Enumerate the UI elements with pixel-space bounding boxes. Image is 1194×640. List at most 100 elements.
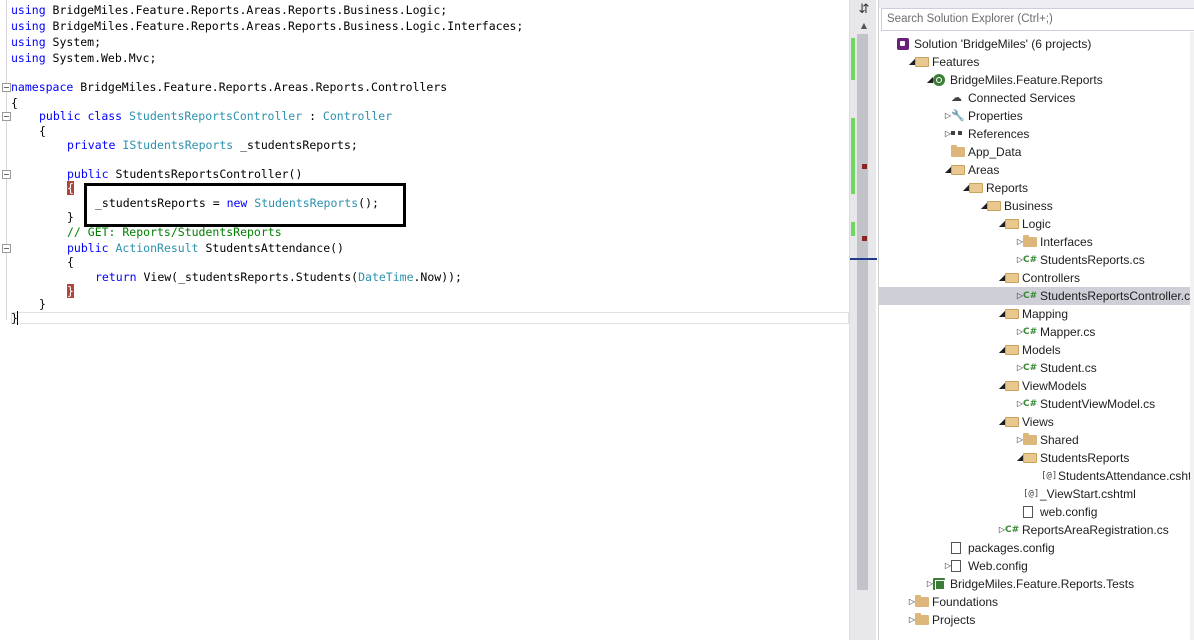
code-line-1[interactable]: using BridgeMiles.Feature.Reports.Areas.… — [11, 2, 447, 18]
code-line-19[interactable]: } — [39, 296, 46, 312]
editor-vertical-scrollbar[interactable]: ⇵ ▲ — [849, 0, 877, 640]
keyword: public — [67, 241, 109, 255]
tree-node[interactable]: ▷ C# StudentsReportsController.cs — [879, 287, 1194, 305]
code-line-6[interactable]: { — [11, 95, 18, 111]
fold-toggle-class[interactable] — [2, 112, 11, 121]
scrollbar-thumb[interactable] — [857, 34, 868, 590]
fold-toggle-namespace[interactable] — [2, 83, 11, 92]
tree-node[interactable]: ☁ Connected Services — [879, 89, 1194, 107]
folder-open-icon — [951, 165, 965, 175]
error-marker — [862, 164, 867, 169]
tree-node[interactable]: ◢ ViewModels — [879, 377, 1194, 395]
explorer-scrollbar[interactable] — [1190, 32, 1194, 640]
tree-node[interactable]: packages.config — [879, 539, 1194, 557]
code-line-16[interactable]: { — [67, 254, 74, 270]
code-line-18[interactable]: } — [67, 283, 74, 299]
tree-node[interactable]: ◢ Views — [879, 413, 1194, 431]
tree-node-label: Logic — [1022, 217, 1051, 231]
scroll-up-arrow-icon[interactable]: ▲ — [856, 20, 872, 32]
solution-explorer-search-input[interactable]: Search Solution Explorer (Ctrl+;) — [881, 8, 1194, 31]
code-line-3[interactable]: using System; — [11, 34, 101, 50]
tree-node[interactable]: ◢ BridgeMiles.Feature.Reports — [879, 71, 1194, 89]
tree-node[interactable]: ◢ Models — [879, 341, 1194, 359]
tree-node-label: Shared — [1040, 433, 1079, 447]
tree-node[interactable]: ▷ BridgeMiles.Feature.Reports.Tests — [879, 575, 1194, 593]
tree-node[interactable]: ▷ C# Student.cs — [879, 359, 1194, 377]
tree-node[interactable]: ▷ C# Mapper.cs — [879, 323, 1194, 341]
editor-gutter — [6, 0, 7, 320]
tree-node[interactable]: web.config — [879, 503, 1194, 521]
tree-node[interactable]: ▷ Interfaces — [879, 233, 1194, 251]
code-line-17[interactable]: return View(_studentsReports.Students(Da… — [95, 269, 462, 285]
tree-node[interactable]: ▷ Projects — [879, 611, 1194, 629]
keyword: public — [67, 167, 109, 181]
tree-node[interactable]: ◢ Controllers — [879, 269, 1194, 287]
code-text: BridgeMiles.Feature.Reports.Areas.Report… — [45, 3, 448, 17]
code-text: BridgeMiles.Feature.Reports.Areas.Report… — [73, 80, 448, 94]
keyword: using — [11, 19, 46, 33]
tree-node[interactable]: ◢ Business — [879, 197, 1194, 215]
folder-icon — [915, 613, 929, 625]
tree-node[interactable]: ▷ C# StudentsReports.cs — [879, 251, 1194, 269]
tree-node[interactable]: ▷ Shared — [879, 431, 1194, 449]
tree-node-label: Foundations — [932, 595, 999, 609]
keyword: class — [87, 109, 123, 123]
caret-position-marker — [850, 258, 877, 260]
code-editor[interactable]: using BridgeMiles.Feature.Reports.Areas.… — [0, 0, 849, 640]
code-line-2[interactable]: using BridgeMiles.Feature.Reports.Areas.… — [11, 18, 523, 34]
csharp-file-icon: C# — [1005, 525, 1020, 535]
tree-node[interactable]: ◢ Reports — [879, 179, 1194, 197]
references-icon — [951, 131, 963, 137]
tree-node[interactable]: ◢ Features — [879, 53, 1194, 71]
code-line-4[interactable]: using System.Web.Mvc; — [11, 50, 156, 66]
code-line-7[interactable]: public class StudentsReportsController :… — [39, 108, 392, 124]
code-line-10[interactable]: public StudentsReportsController() — [67, 166, 302, 182]
tree-node-label: Business — [1004, 199, 1053, 213]
keyword: using — [11, 3, 46, 17]
code-text: _studentsReports; — [233, 138, 358, 152]
tree-node[interactable]: [@] StudentsAttendance.cshtml — [879, 467, 1194, 485]
fold-toggle-constructor[interactable] — [2, 170, 11, 179]
tree-node-label: Models — [1022, 343, 1061, 357]
tree-node[interactable]: ◢ Mapping — [879, 305, 1194, 323]
folder-icon — [951, 145, 965, 157]
tree-node-label: StudentsReports.cs — [1040, 253, 1145, 267]
folder-open-icon — [1005, 219, 1019, 229]
matching-brace-highlight: { — [67, 181, 74, 195]
tree-node[interactable]: ▷ References — [879, 125, 1194, 143]
config-file-icon — [951, 560, 961, 572]
tree-node[interactable]: ▷ C# StudentViewModel.cs — [879, 395, 1194, 413]
current-line-highlight — [11, 312, 849, 324]
code-text: { — [67, 255, 74, 269]
tree-node[interactable]: ▷ C# ReportsAreaRegistration.cs — [879, 521, 1194, 539]
folder-open-icon — [1005, 381, 1019, 391]
keyword: using — [11, 35, 46, 49]
tree-node[interactable]: App_Data — [879, 143, 1194, 161]
code-line-8[interactable]: { — [39, 123, 46, 139]
code-line-9[interactable]: private IStudentsReports _studentsReport… — [67, 137, 358, 153]
tree-node[interactable]: Solution 'BridgeMiles' (6 projects) — [879, 35, 1194, 53]
change-marker — [851, 222, 855, 236]
tree-node[interactable]: ◢ Areas — [879, 161, 1194, 179]
tree-node[interactable]: ▷ 🔧 Properties — [879, 107, 1194, 125]
tree-node-label: Controllers — [1022, 271, 1081, 285]
code-line-13[interactable]: } — [67, 209, 74, 225]
code-comment: // GET: Reports/StudentsReports — [67, 225, 282, 239]
config-file-icon — [951, 542, 961, 554]
tree-node[interactable]: ▷ Web.config — [879, 557, 1194, 575]
code-line-5[interactable]: namespace BridgeMiles.Feature.Reports.Ar… — [11, 79, 447, 95]
fold-toggle-method[interactable] — [2, 244, 11, 253]
tree-node[interactable]: ◢ Logic — [879, 215, 1194, 233]
folder-icon — [915, 595, 929, 607]
code-line-11[interactable]: { — [67, 180, 74, 196]
csharp-file-icon: C# — [1023, 291, 1038, 301]
split-window-icon[interactable]: ⇵ — [856, 2, 872, 18]
error-marker — [862, 236, 867, 241]
tree-node[interactable]: ▷ Foundations — [879, 593, 1194, 611]
tree-node[interactable]: ◢ StudentsReports — [879, 449, 1194, 467]
tree-node-label: Properties — [968, 109, 1023, 123]
code-line-15[interactable]: public ActionResult StudentsAttendance() — [67, 240, 344, 256]
tree-node-label: packages.config — [968, 541, 1055, 555]
tree-node[interactable]: [@] _ViewStart.cshtml — [879, 485, 1194, 503]
folder-open-icon — [1005, 309, 1019, 319]
